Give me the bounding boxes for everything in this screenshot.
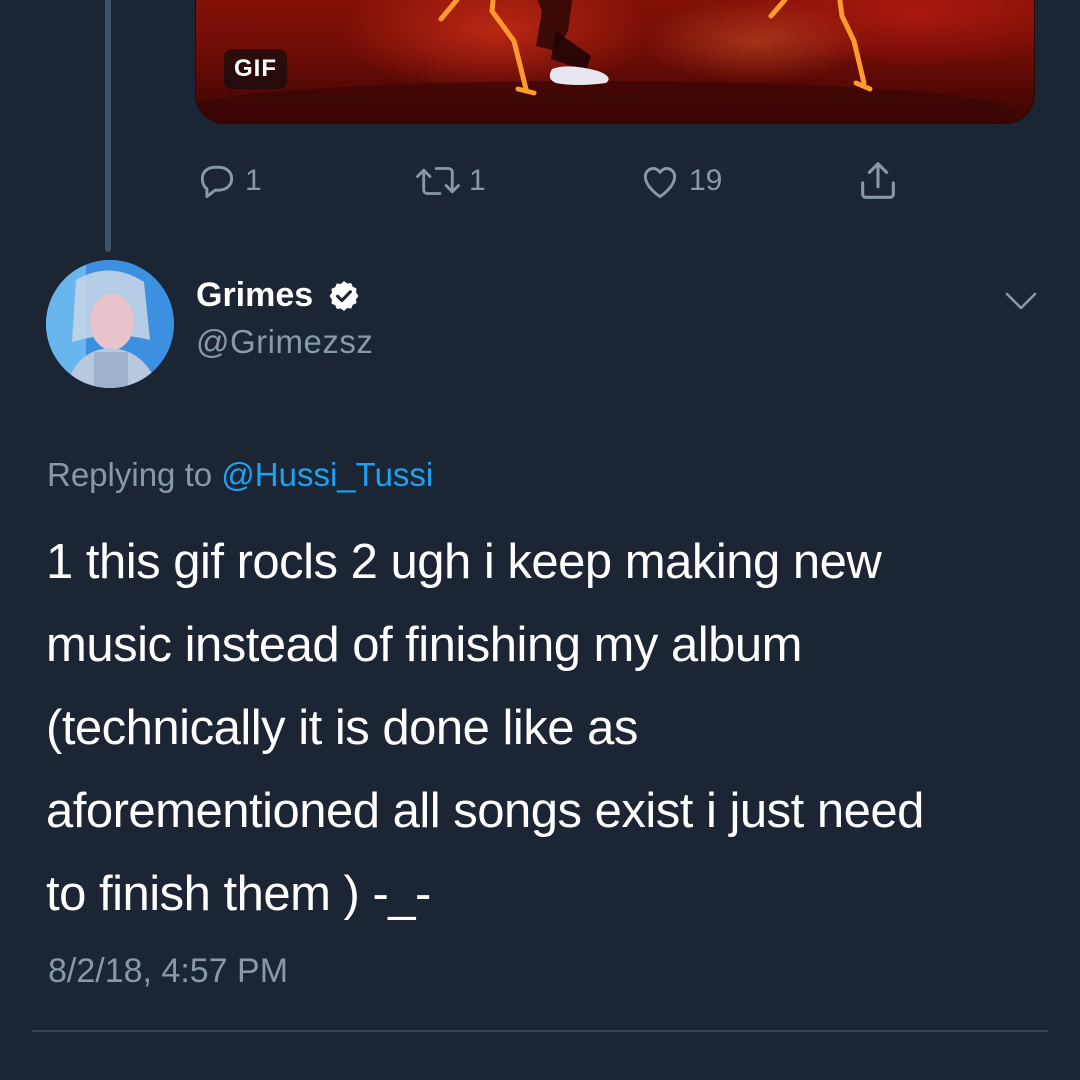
divider: [32, 1030, 1048, 1032]
retweet-icon: [413, 159, 463, 203]
author-name-row[interactable]: Grimes: [196, 276, 361, 315]
reply-button[interactable]: 1: [195, 156, 262, 206]
heart-icon: [637, 159, 683, 203]
gif-media[interactable]: GIF: [195, 0, 1035, 124]
share-button[interactable]: [855, 156, 901, 206]
share-icon: [855, 158, 901, 204]
tweet-text-line: music instead of finishing my album: [46, 618, 802, 672]
tweet-action-bar: 1 1 19: [195, 156, 955, 206]
author-name: Grimes: [196, 276, 314, 314]
replying-to-mention-link[interactable]: @Hussi_Tussi: [221, 456, 433, 493]
avatar-image: [46, 260, 174, 388]
author-handle: @Grimezsz: [196, 323, 374, 360]
like-count: 19: [689, 164, 723, 197]
tweet-text-line: 1 this gif rocls 2 ugh i keep making new: [46, 535, 882, 589]
avatar[interactable]: [46, 260, 174, 388]
retweet-count: 1: [469, 164, 486, 197]
tweet-options-button[interactable]: [1003, 286, 1039, 321]
replying-label: Replying to: [47, 456, 213, 493]
tweet-text-line: aforementioned all songs exist i just ne…: [46, 784, 924, 838]
gif-frame-art: [196, 0, 1016, 123]
tweet-detail-screen: GIF 1 1 19 Grimes @Grimezsz Replying to …: [0, 0, 1080, 1080]
tweet-text: 1 this gif rocls 2 ugh i keep making new…: [46, 521, 1036, 936]
reply-icon: [195, 159, 239, 203]
replying-to: Replying to @Hussi_Tussi: [47, 456, 433, 494]
tweet-timestamp[interactable]: 8/2/18, 4:57 PM: [48, 952, 288, 991]
chevron-down-icon: [1003, 292, 1039, 320]
reply-count: 1: [245, 164, 262, 197]
tweet-text-line: (technically it is done like as: [46, 701, 638, 755]
verified-badge-icon: [313, 279, 361, 313]
like-button[interactable]: 19: [637, 156, 722, 206]
retweet-button[interactable]: 1: [413, 156, 486, 206]
gif-badge: GIF: [224, 49, 287, 89]
tweet-text-line: to finish them ) -_-: [46, 867, 431, 921]
thread-connector-line: [105, 0, 111, 252]
